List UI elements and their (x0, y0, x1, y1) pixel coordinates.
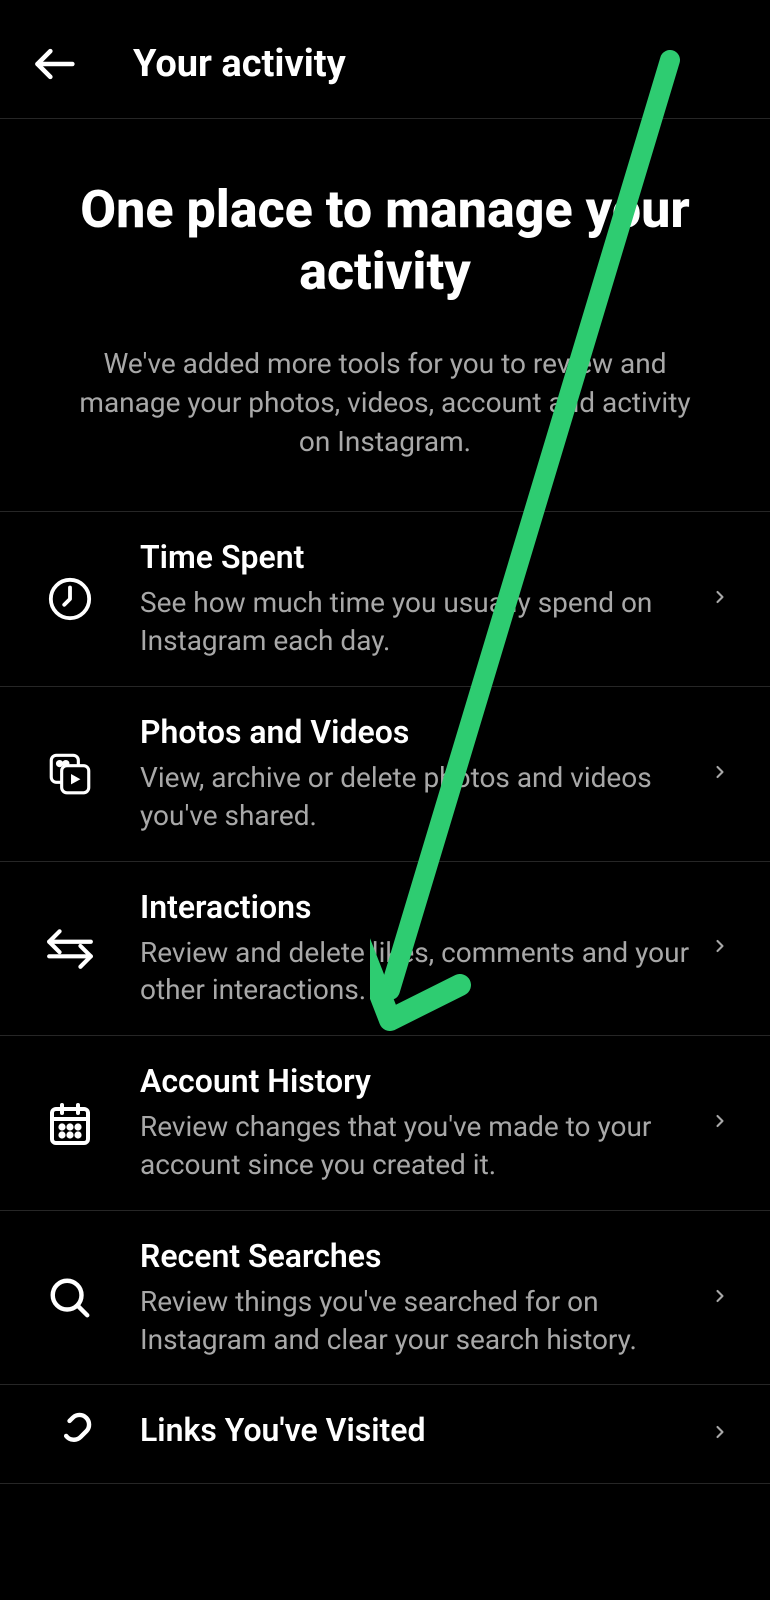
item-description: Review and delete likes, comments and yo… (140, 934, 695, 1010)
intro-title: One place to manage your activity (48, 179, 722, 304)
item-content: Photos and Videos View, archive or delet… (110, 713, 710, 835)
chevron-right-icon (710, 1280, 740, 1316)
back-button[interactable] (30, 40, 78, 88)
link-icon (30, 1411, 110, 1457)
chevron-right-icon (710, 930, 740, 966)
intro-section: One place to manage your activity We've … (0, 119, 770, 512)
chevron-right-icon (710, 1105, 740, 1141)
item-recent-searches[interactable]: Recent Searches Review things you've sea… (0, 1211, 770, 1386)
arrow-left-icon (32, 42, 76, 86)
clock-icon (30, 576, 110, 622)
item-description: Review things you've searched for on Ins… (140, 1283, 695, 1359)
item-photos-videos[interactable]: Photos and Videos View, archive or delet… (0, 687, 770, 862)
item-title: Interactions (140, 888, 695, 926)
item-links-visited[interactable]: Links You've Visited (0, 1385, 770, 1484)
item-content: Recent Searches Review things you've sea… (110, 1237, 710, 1359)
media-icon (30, 749, 110, 799)
calendar-icon (30, 1099, 110, 1147)
item-description: Review changes that you've made to your … (140, 1108, 695, 1184)
item-title: Time Spent (140, 538, 695, 576)
item-content: Time Spent See how much time you usually… (110, 538, 710, 660)
chevron-right-icon (710, 1416, 740, 1452)
header: Your activity (0, 0, 770, 119)
activity-list: Time Spent See how much time you usually… (0, 512, 770, 1484)
search-icon (30, 1275, 110, 1321)
item-description: See how much time you usually spend on I… (140, 584, 695, 660)
item-time-spent[interactable]: Time Spent See how much time you usually… (0, 512, 770, 687)
item-content: Interactions Review and delete likes, co… (110, 888, 710, 1010)
chevron-right-icon (710, 581, 740, 617)
item-content: Account History Review changes that you'… (110, 1062, 710, 1184)
arrows-swap-icon (30, 923, 110, 973)
item-account-history[interactable]: Account History Review changes that you'… (0, 1036, 770, 1211)
item-title: Links You've Visited (140, 1411, 695, 1449)
item-content: Links You've Visited (110, 1411, 710, 1457)
item-title: Account History (140, 1062, 695, 1100)
page-title: Your activity (133, 42, 346, 86)
intro-description: We've added more tools for you to review… (48, 344, 722, 462)
item-description: View, archive or delete photos and video… (140, 759, 695, 835)
chevron-right-icon (710, 756, 740, 792)
item-interactions[interactable]: Interactions Review and delete likes, co… (0, 862, 770, 1037)
item-title: Recent Searches (140, 1237, 695, 1275)
item-title: Photos and Videos (140, 713, 695, 751)
